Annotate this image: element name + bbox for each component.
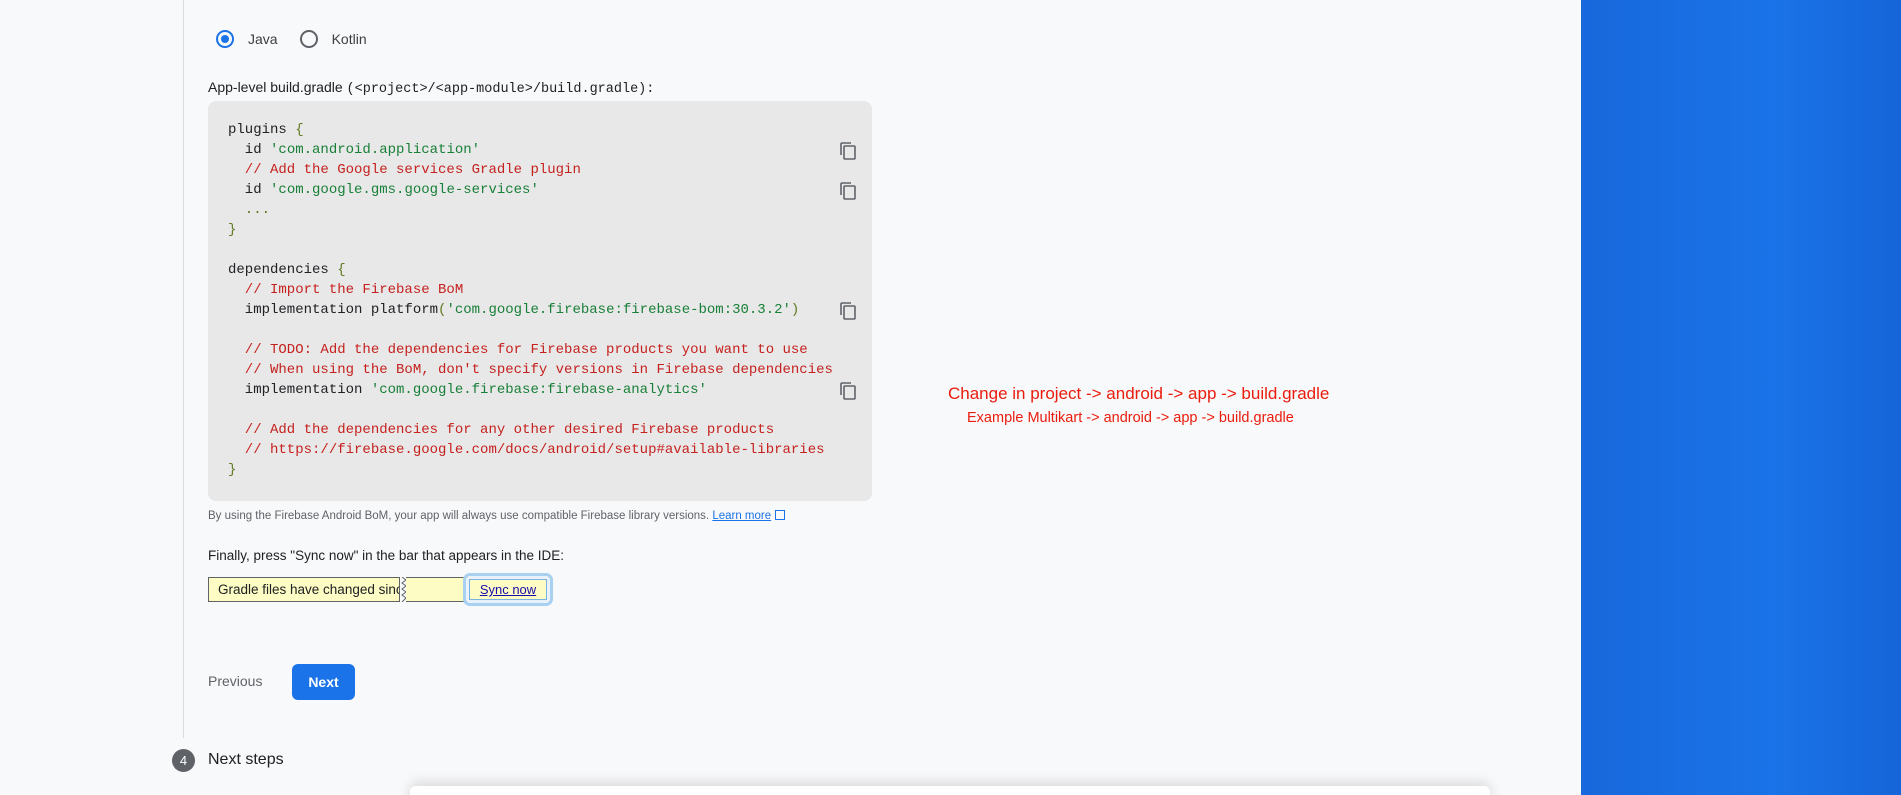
gradle-file-name: App-level build.gradle xyxy=(208,79,343,95)
ide-sync-bar: Gradle files have changed since last pro… xyxy=(208,573,553,606)
radio-java-indicator[interactable] xyxy=(216,30,234,48)
sync-bar-message: Gradle files have changed since last pro… xyxy=(208,577,400,602)
code-line: // https://firebase.google.com/docs/andr… xyxy=(228,442,825,458)
sync-instruction: Finally, press "Sync now" in the bar tha… xyxy=(208,548,565,563)
bom-note-text: By using the Firebase Android BoM, your … xyxy=(208,510,710,522)
stepper-line xyxy=(183,0,184,738)
code-line: id 'com.google.gms.google-services' xyxy=(228,182,539,198)
code-line: // TODO: Add the dependencies for Fireba… xyxy=(228,342,808,358)
code-line: // Add the dependencies for any other de… xyxy=(228,422,775,438)
sync-now-highlight: Sync now xyxy=(463,573,553,606)
code-line: } xyxy=(228,462,237,478)
next-steps-title[interactable]: Next steps xyxy=(208,751,284,769)
language-selector: Java Kotlin xyxy=(216,30,389,48)
code-line: dependencies { xyxy=(228,262,346,278)
radio-java[interactable]: Java xyxy=(216,30,278,48)
code-block: plugins { id 'com.android.application' /… xyxy=(208,101,872,501)
annotation-line-1: Change in project -> android -> app -> b… xyxy=(948,384,1330,403)
code-line: id 'com.android.application' xyxy=(228,142,481,158)
copy-icon[interactable] xyxy=(839,141,857,161)
annotation-line-2: Example Multikart -> android -> app -> b… xyxy=(967,410,1294,426)
copy-icon[interactable] xyxy=(839,381,857,401)
main-content: Java Kotlin App-level build.gradle (<pro… xyxy=(0,0,1581,795)
gradle-file-label: App-level build.gradle (<project>/<app-m… xyxy=(208,79,654,97)
code-line: ... xyxy=(228,202,271,218)
next-button[interactable]: Next xyxy=(292,664,355,700)
radio-kotlin-label: Kotlin xyxy=(331,31,367,47)
learn-more-label: Learn more xyxy=(712,510,772,522)
learn-more-link[interactable]: Learn more xyxy=(712,510,786,522)
code-line: } xyxy=(228,222,237,238)
code-line: plugins { xyxy=(228,122,304,138)
copy-icon[interactable] xyxy=(839,301,857,321)
copy-icon[interactable] xyxy=(839,181,857,201)
radio-kotlin[interactable]: Kotlin xyxy=(299,30,367,48)
bottom-card-edge xyxy=(410,786,1490,795)
bom-note: By using the Firebase Android BoM, your … xyxy=(208,510,786,522)
code-line: implementation platform('com.google.fire… xyxy=(228,302,800,318)
step-number-badge: 4 xyxy=(172,749,195,772)
code-line: // When using the BoM, don't specify ver… xyxy=(228,362,833,378)
code-line: // Add the Google services Gradle plugin xyxy=(228,162,581,178)
radio-kotlin-indicator[interactable] xyxy=(299,30,318,48)
previous-button[interactable]: Previous xyxy=(208,673,262,689)
radio-java-label: Java xyxy=(248,31,278,47)
code-line: implementation 'com.google.firebase:fire… xyxy=(228,382,707,398)
side-panel xyxy=(1581,0,1901,795)
external-link-icon xyxy=(775,510,786,520)
code-line: // Import the Firebase BoM xyxy=(228,282,464,298)
gradle-file-path: (<project>/<app-module>/build.gradle): xyxy=(346,82,655,97)
sync-now-button[interactable]: Sync now xyxy=(469,579,547,600)
